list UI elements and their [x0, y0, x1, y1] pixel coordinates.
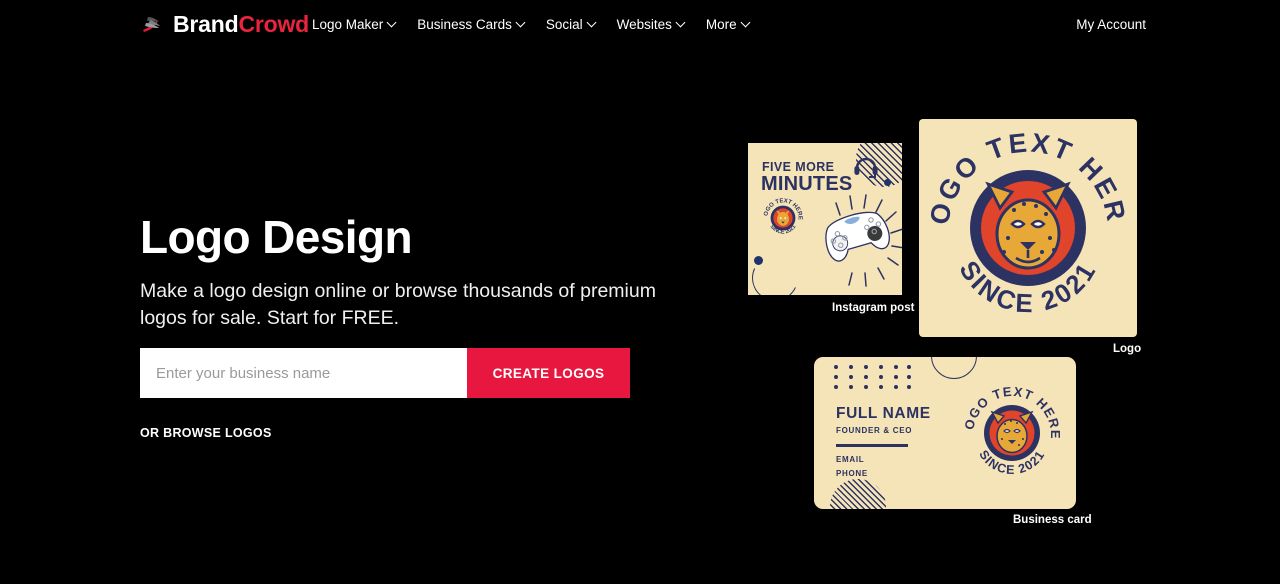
main-nav: Logo Maker Business Cards Social Website…	[312, 0, 750, 50]
instagram-headline-line1: FIVE MORE	[762, 160, 835, 174]
nav-item-more[interactable]: More	[706, 0, 750, 50]
site-header: BrandCrowd Logo Maker Business Cards Soc…	[0, 0, 1280, 50]
navy-dot-decoration-icon	[884, 179, 891, 186]
business-card-email-label: EMAIL	[836, 455, 865, 464]
nav-item-label: More	[705, 17, 737, 32]
nav-item-label: Business Cards	[417, 17, 512, 32]
brand-word-first: Brand	[173, 11, 239, 37]
arc-decoration-icon	[931, 357, 977, 379]
showcase-card-logo[interactable]: LOGO TEXT HERE SINCE 2021	[919, 119, 1137, 337]
create-logos-button[interactable]: CREATE LOGOS	[467, 348, 630, 398]
caption-instagram-post: Instagram post	[832, 302, 915, 314]
hero-copy: Logo Design Make a logo design online or…	[140, 208, 660, 332]
cheetah-badge-logo-card: LOGO TEXT HERE SINCE 2021	[962, 383, 1062, 477]
chevron-down-icon	[588, 19, 596, 27]
dot-grid-decoration-icon	[832, 363, 912, 391]
brandcrowd-bird-mark-icon	[140, 11, 166, 37]
chevron-down-icon	[388, 19, 396, 27]
chevron-down-icon	[677, 19, 685, 27]
nav-item-websites[interactable]: Websites	[617, 0, 685, 50]
nav-item-label: Websites	[616, 17, 672, 32]
caption-business-card: Business card	[1013, 514, 1092, 526]
diagonal-stripes-decoration-icon	[830, 479, 886, 509]
game-controller-icon	[825, 194, 902, 287]
page-title: Logo Design	[140, 211, 413, 263]
page-root: BrandCrowd Logo Maker Business Cards Soc…	[0, 0, 1280, 584]
business-card-divider	[836, 444, 908, 447]
cheetah-badge-logo-large: LOGO TEXT HERE SINCE 2021	[928, 128, 1128, 318]
business-name-input[interactable]	[140, 348, 467, 398]
or-browse-logos-link[interactable]: OR BROWSE LOGOS	[140, 426, 272, 440]
hero-subtitle: Make a logo design online or browse thou…	[140, 280, 656, 329]
business-card-full-name: FULL NAME	[836, 405, 931, 422]
nav-item-business-cards[interactable]: Business Cards	[417, 0, 525, 50]
chevron-down-icon	[742, 19, 750, 27]
showcase-card-instagram-post[interactable]: FIVE MORE MINUTES LOGO TEXT HERE SI	[748, 143, 902, 295]
brand-word-second: Crowd	[238, 11, 310, 37]
business-card-role: FOUNDER & CEO	[836, 426, 913, 435]
headphones-icon	[854, 157, 878, 178]
chevron-down-icon	[517, 19, 525, 27]
caption-logo: Logo	[1113, 343, 1142, 355]
nav-item-social[interactable]: Social	[546, 0, 596, 50]
brand-wordmark: BrandCrowd	[173, 11, 309, 37]
brandcrowd-logo[interactable]: BrandCrowd	[140, 11, 309, 37]
nav-item-label: Logo Maker	[312, 17, 384, 32]
nav-item-label: Social	[545, 17, 583, 32]
showcase-card-business-card[interactable]: FULL NAME FOUNDER & CEO EMAIL PHONE LOGO…	[814, 357, 1076, 509]
nav-item-logo-maker[interactable]: Logo Maker	[312, 0, 396, 50]
business-card-phone-label: PHONE	[836, 469, 868, 478]
cheetah-badge-logo-small: LOGO TEXT HERE SINCE 2021	[760, 195, 803, 236]
business-name-search-form: CREATE LOGOS	[140, 348, 630, 398]
my-account-link[interactable]: My Account	[1076, 0, 1146, 50]
